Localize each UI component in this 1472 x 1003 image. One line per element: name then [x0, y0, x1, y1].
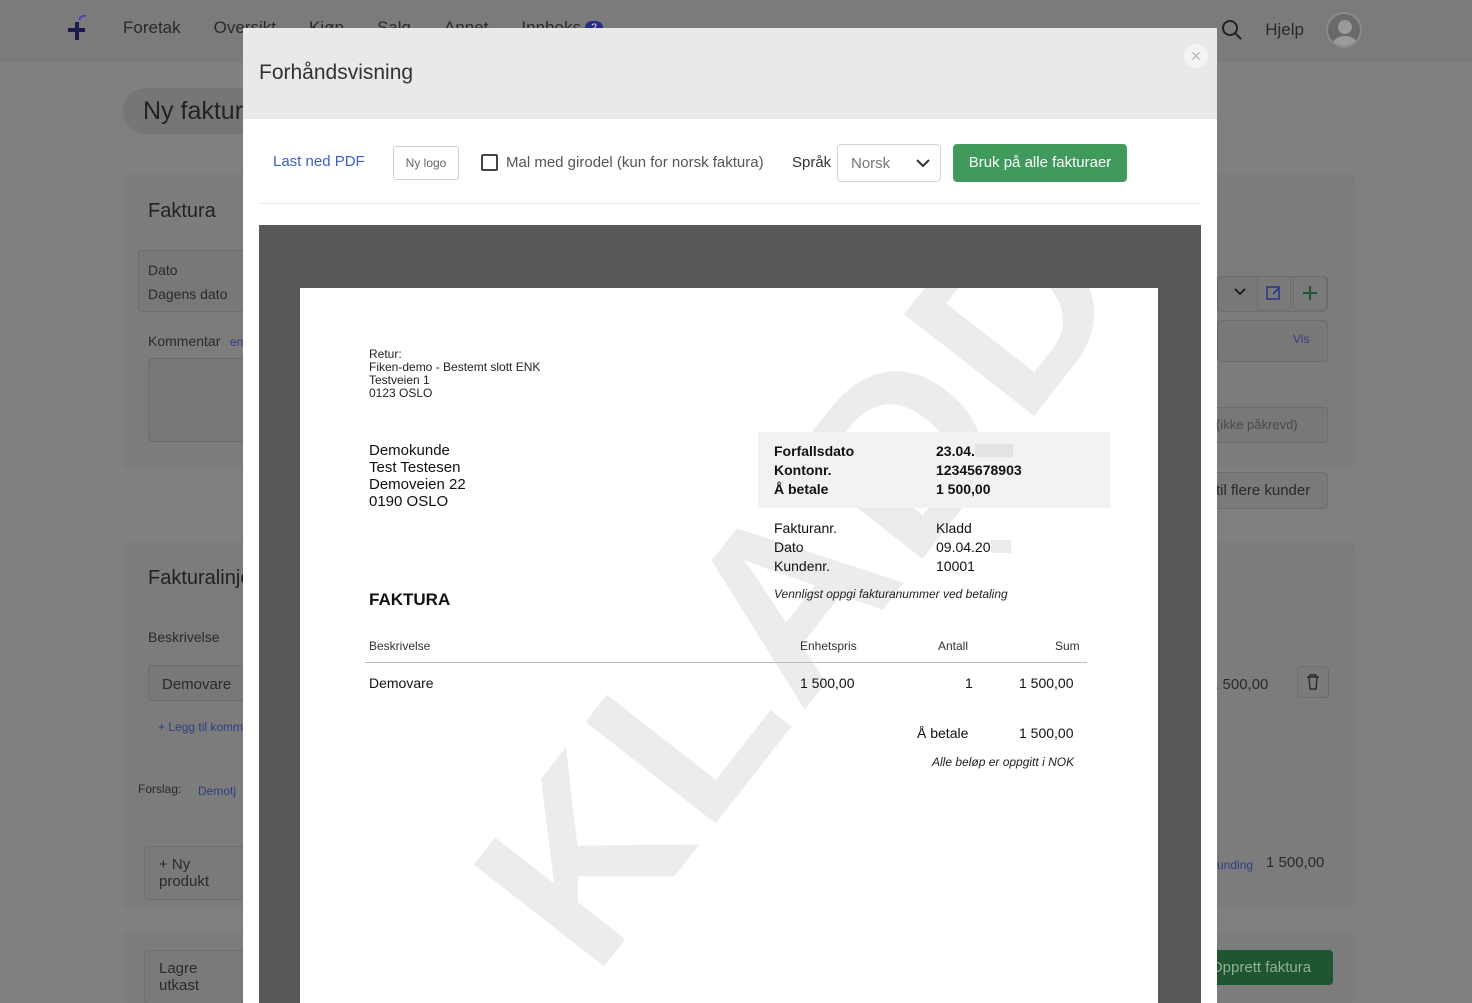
customer-number-label: Kundenr. [774, 558, 831, 574]
create-invoice-button[interactable]: Opprett faktura [1203, 950, 1333, 985]
app-logo-icon[interactable] [66, 14, 88, 42]
language-select-value: Norsk [851, 155, 891, 172]
to-pay-value: 1 500,00 [936, 481, 991, 497]
plus-icon [1303, 286, 1317, 300]
chevron-down-icon [916, 159, 930, 168]
due-date-value: 23.04. [936, 443, 1013, 459]
currency-note: Alle beløp er oppgitt i NOK [932, 755, 1075, 769]
customer-address-line: 0190 OSLO [369, 493, 449, 510]
new-product-button[interactable]: + Ny produkt [144, 846, 244, 900]
due-date-text: 23.04. [936, 443, 975, 459]
customer-address-line: Test Testesen [369, 459, 461, 476]
preview-modal: Forhåndsvisning × Last ned PDF Ny logo M… [243, 28, 1217, 1003]
lines-total: 1 500,00 [1266, 854, 1325, 871]
lines-card-heading: Fakturalinjer [148, 567, 259, 589]
invoice-number-value: Kladd [936, 520, 972, 536]
table-header-divider [365, 662, 1087, 663]
new-logo-button[interactable]: Ny logo [393, 146, 459, 180]
invoice-date-value: 09.04.20 [936, 539, 1011, 555]
nav-item-foretak[interactable]: Foretak [123, 18, 181, 38]
rounding-link[interactable]: unding [1217, 858, 1253, 872]
invoice-card-heading: Faktura [148, 200, 216, 222]
account-value: 12345678903 [936, 462, 1022, 478]
apply-all-invoices-button[interactable]: Bruk på alle fakturaer [953, 144, 1127, 182]
chevron-down-icon [1234, 288, 1246, 296]
return-address-line: 0123 OSLO [369, 386, 433, 400]
customer-address: Demokunde Test Testesen Demoveien 22 019… [369, 442, 466, 510]
vis-link[interactable]: Vis [1293, 332, 1309, 346]
row-sum: 1 500,00 [1019, 675, 1074, 691]
line-product-value: Demovare [162, 676, 232, 693]
redacted-year [990, 540, 1011, 553]
preview-toolbar: Last ned PDF Ny logo Mal med girodel (ku… [259, 119, 1201, 204]
optional-placeholder: (ikke påkrevd) [1216, 417, 1298, 432]
pdf-viewer[interactable]: KLADD Retur: Fiken-demo - Bestemt slott … [259, 225, 1201, 1003]
info-box [1217, 320, 1328, 362]
invoice-number-label: Fakturanr. [774, 520, 838, 536]
modal-title: Forhåndsvisning [259, 61, 414, 84]
giro-checkbox-label: Mal med girodel (kun for norsk faktura) [506, 154, 764, 171]
edit-icon [1266, 286, 1281, 300]
suggestion-chip[interactable]: Demotj [198, 784, 236, 798]
download-pdf-link[interactable]: Last ned PDF [273, 153, 365, 170]
column-header-unit-price: Enhetspris [800, 639, 857, 653]
comment-link[interactable]: en [230, 335, 243, 349]
redacted-year [974, 444, 1013, 457]
comment-label: Kommentar [148, 333, 221, 349]
help-link[interactable]: Hjelp [1265, 20, 1304, 40]
user-avatar[interactable] [1326, 12, 1362, 48]
total-value: 1 500,00 [1019, 725, 1074, 741]
column-header-sum: Sum [1055, 639, 1080, 653]
return-address: Retur: Fiken-demo - Bestemt slott ENK Te… [369, 348, 540, 400]
row-quantity: 1 [965, 675, 973, 691]
due-date-label: Forfallsdato [774, 443, 855, 459]
save-draft-button[interactable]: Lagre utkast [144, 950, 244, 1003]
comment-textarea[interactable] [148, 358, 248, 442]
invoice-date-text: 09.04.20 [936, 539, 991, 555]
language-select[interactable]: Norsk [837, 144, 941, 182]
payment-note: Vennligst oppgi fakturanummer ved betali… [774, 587, 1008, 601]
language-label: Språk [792, 154, 832, 171]
invoice-heading: FAKTURA [369, 590, 451, 609]
account-label: Kontonr. [774, 462, 832, 478]
date-label: Dato [148, 262, 178, 278]
column-header-quantity: Antall [938, 639, 969, 653]
to-pay-label: Å betale [774, 481, 829, 497]
close-icon[interactable]: × [1184, 44, 1208, 68]
row-unit-price: 1 500,00 [800, 675, 855, 691]
multi-customer-button[interactable]: til flere kunder [1207, 472, 1328, 509]
invoice-page: KLADD Retur: Fiken-demo - Bestemt slott … [300, 288, 1158, 1003]
search-icon[interactable] [1221, 19, 1243, 41]
customer-address-line: Demokunde [369, 442, 450, 459]
column-header-description: Beskrivelse [369, 639, 431, 653]
total-label: Å betale [917, 725, 969, 741]
nav-right: Hjelp [1221, 12, 1362, 48]
customer-number-value: 10001 [936, 558, 975, 574]
suggestion-label: Forslag: [138, 782, 182, 796]
giro-checkbox[interactable] [481, 154, 498, 171]
line-sum: 1 500,00 [1210, 676, 1269, 693]
row-description: Demovare [369, 675, 434, 691]
modal-header: Forhåndsvisning × [243, 28, 1217, 119]
customer-address-line: Demoveien 22 [369, 476, 466, 493]
trash-icon [1307, 674, 1319, 690]
invoice-date-label: Dato [774, 539, 804, 555]
column-description: Beskrivelse [148, 629, 220, 645]
date-value: Dagens dato [148, 286, 228, 302]
